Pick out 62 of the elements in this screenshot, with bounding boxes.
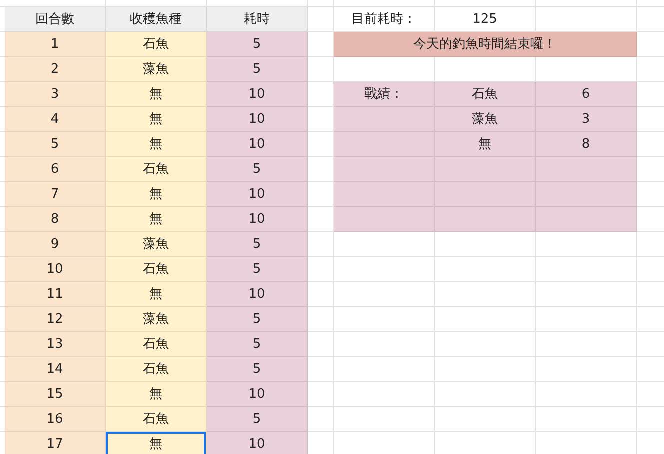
- table-cell: 5: [207, 407, 308, 432]
- table-cell: 10: [207, 282, 308, 307]
- table-cell: 無: [106, 132, 207, 157]
- table-cell: 石魚: [106, 257, 207, 282]
- table-cell: 10: [207, 182, 308, 207]
- table-cell: 5: [207, 57, 308, 82]
- table-cell: 4: [5, 107, 106, 132]
- table-cell: 10: [5, 257, 106, 282]
- banner-cell: 今天的釣魚時間結束囉！: [334, 32, 637, 57]
- table-cell: 無: [106, 107, 207, 132]
- table-cell: 石魚: [106, 332, 207, 357]
- table-cell: 3: [536, 107, 637, 132]
- table-cell: 15: [5, 382, 106, 407]
- table-cell: 10: [207, 207, 308, 232]
- table-cell: 石魚: [106, 357, 207, 382]
- table-cell: 12: [5, 307, 106, 332]
- table-cell: 藻魚: [106, 57, 207, 82]
- table-cell: 17: [5, 432, 106, 454]
- table-cell: 3: [5, 82, 106, 107]
- table-cell: 11: [5, 282, 106, 307]
- table-cell: 16: [5, 407, 106, 432]
- table-cell: 石魚: [435, 82, 536, 107]
- table-cell: 5: [207, 32, 308, 57]
- table-cell: 5: [207, 332, 308, 357]
- table-cell: 藻魚: [435, 107, 536, 132]
- table-cell: 8: [536, 132, 637, 157]
- table-cell: 石魚: [106, 157, 207, 182]
- table-cell: 8: [5, 207, 106, 232]
- table-cell: 10: [207, 382, 308, 407]
- table-cell: 無: [435, 132, 536, 157]
- table-cell: 2: [5, 57, 106, 82]
- table-cell: 無: [106, 182, 207, 207]
- table-cell: 5: [5, 132, 106, 157]
- table-cell: 6: [536, 82, 637, 107]
- table-cell: 10: [207, 132, 308, 157]
- table-cell: 6: [5, 157, 106, 182]
- table-cell: 7: [5, 182, 106, 207]
- table-cell: 5: [207, 357, 308, 382]
- table-cell: 無: [106, 282, 207, 307]
- table-cell: 5: [207, 232, 308, 257]
- table-cell: 5: [207, 157, 308, 182]
- table-cell: 無: [106, 432, 207, 454]
- table-cell: 藻魚: [106, 307, 207, 332]
- table-cell: 10: [207, 107, 308, 132]
- table-cell: 14: [5, 357, 106, 382]
- table-cell: 13: [5, 332, 106, 357]
- table-cell: 藻魚: [106, 232, 207, 257]
- table-cell: 無: [106, 382, 207, 407]
- table-cell: 無: [106, 82, 207, 107]
- results-label: 戰績：: [334, 82, 435, 107]
- table-cell: 10: [207, 432, 308, 454]
- column-header: 收穫魚種: [106, 7, 207, 32]
- table-cell: 無: [106, 207, 207, 232]
- table-cell: 9: [5, 232, 106, 257]
- column-header: 耗時: [207, 7, 308, 32]
- table-cell: 1: [5, 32, 106, 57]
- table-cell: 5: [207, 257, 308, 282]
- table-cell: 10: [207, 82, 308, 107]
- table-cell: 5: [207, 307, 308, 332]
- table-cell: 石魚: [106, 407, 207, 432]
- column-header: 回合數: [5, 7, 106, 32]
- table-cell: 石魚: [106, 32, 207, 57]
